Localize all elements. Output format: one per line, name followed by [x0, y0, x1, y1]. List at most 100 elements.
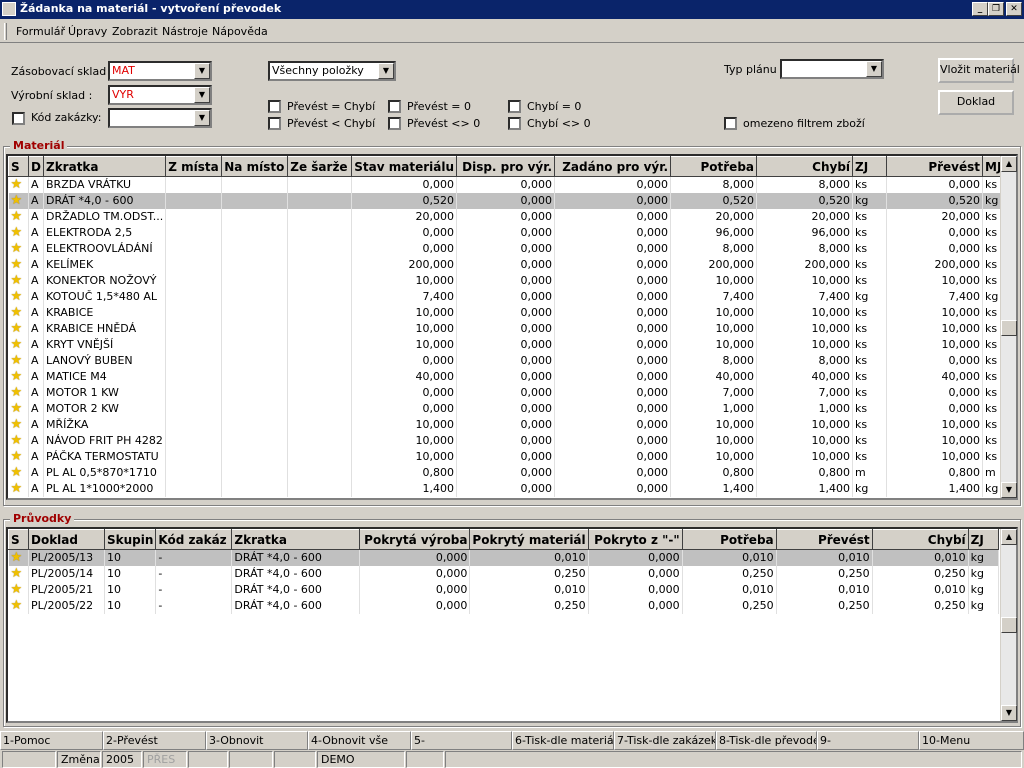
table-row[interactable]: ★ A MŘÍŽKA 10,000 0,000 0,000 10,000 10,000 ks 10…: [8, 416, 1005, 433]
table-row[interactable]: ★ A PL AL 1*1000*2000 1,400 0,000 0,000 1,400 1…: [8, 480, 1005, 497]
prevest-eq-chybi-checkbox[interactable]: [268, 100, 281, 113]
table-row[interactable]: ★ A KRABICE HNĚDÁ 10,000 0,000 0,000 10,000 10,…: [8, 320, 1005, 337]
pruvodky-col-header[interactable]: ZJ: [967, 529, 999, 550]
pruvodky-col-header[interactable]: Kód zakáz: [155, 529, 233, 550]
table-row[interactable]: ★ A LANOVÝ BUBEN 0,000 0,000 0,000 8,000 8,000 k…: [8, 352, 1005, 369]
pruvodky-col-header[interactable]: Chybí: [871, 529, 969, 550]
table-row[interactable]: ★ A PÁČKA TERMOSTATU 10,000 0,000 0,000 10,000…: [8, 448, 1005, 465]
material-col-header[interactable]: Chybí: [756, 156, 854, 177]
pruvodky-grid[interactable]: S Doklad Skupin Kód zakáz Zkratka Pokrytá výr…: [6, 527, 1018, 723]
pruvodky-col-header[interactable]: Doklad: [28, 529, 105, 550]
table-row[interactable]: ★ A MOTOR 1 KW 0,000 0,000 0,000 7,000 7,000 ks 0…: [8, 384, 1005, 401]
table-row[interactable]: ★ A MOTOR 2 KW 0,000 0,000 0,000 1,000 1,000 ks 0…: [8, 400, 1005, 417]
table-row[interactable]: ★ A KELÍMEK 200,000 0,000 0,000 200,000 200,000…: [8, 256, 1005, 273]
omezeno-checkbox[interactable]: [724, 117, 737, 130]
pruvodky-col-header[interactable]: Potřeba: [681, 529, 777, 550]
kod-zakazky-checkbox[interactable]: [12, 112, 25, 125]
scroll-up-icon[interactable]: ▲: [1001, 156, 1017, 172]
material-col-header[interactable]: Ze šarže: [287, 156, 353, 177]
scroll-thumb[interactable]: [1001, 617, 1017, 633]
dropdown-arrow-icon[interactable]: ▼: [378, 63, 394, 79]
menu-formular[interactable]: Formulář: [16, 25, 65, 38]
table-cell: [165, 288, 223, 305]
menu-zobrazit[interactable]: Zobrazit: [112, 25, 158, 38]
fkey-6-tisk-material[interactable]: 6-Tisk-dle materiálu: [512, 731, 614, 750]
fkey-8-tisk-prevodky[interactable]: 8-Tisk-dle převodek: [716, 731, 817, 750]
table-row[interactable]: ★ A ELEKTRODA 2,5 0,000 0,000 0,000 96,000 96,0…: [8, 224, 1005, 241]
dropdown-arrow-icon[interactable]: ▼: [194, 110, 210, 126]
table-row[interactable]: ★ PL/2005/21 10- DRÁT *4,0 - 600 0,000 0,010 0…: [8, 581, 999, 598]
scroll-down-icon[interactable]: ▼: [1001, 705, 1017, 721]
prevest-eq0-checkbox[interactable]: [388, 100, 401, 113]
close-button[interactable]: ✕: [1006, 2, 1022, 16]
fkey-1-pomoc[interactable]: 1-Pomoc: [0, 731, 103, 750]
table-row[interactable]: ★ A ELEKTROOVLÁDÁNÍ 0,000 0,000 0,000 8,000 8,0…: [8, 240, 1005, 257]
menu-napoveda[interactable]: Nápověda: [212, 25, 268, 38]
fkey-3-obnovit[interactable]: 3-Obnovit: [206, 731, 308, 750]
table-row[interactable]: ★ PL/2005/14 10- DRÁT *4,0 - 600 0,000 0,250 0…: [8, 565, 999, 582]
minimize-button[interactable]: _: [972, 2, 988, 16]
pruvodky-col-header[interactable]: Zkratka: [231, 529, 361, 550]
vyrobni-sklad-combo[interactable]: VYR ▼: [108, 85, 212, 105]
material-grid[interactable]: S D Zkratka Z místa Na místo Ze šarže Stav mat…: [6, 154, 1018, 500]
pruvodky-scrollbar[interactable]: ▲ ▼: [1000, 529, 1017, 721]
table-row[interactable]: ★ A KRYT VNĚJŠÍ 10,000 0,000 0,000 10,000 10,00…: [8, 336, 1005, 353]
pruvodky-col-header[interactable]: Pokryto z "-": [587, 529, 683, 550]
polozky-combo[interactable]: Všechny položky ▼: [268, 61, 396, 81]
table-row[interactable]: ★ A DRŽADLO TM.ODST... 20,000 0,000 0,000 20,0…: [8, 208, 1005, 225]
prevest-eq0-label: Převést = 0: [407, 100, 472, 113]
kod-zakazky-combo[interactable]: ▼: [108, 108, 212, 128]
table-row[interactable]: ★ A BRZDA VRÁTKU 0,000 0,000 0,000 8,000 8,000 k…: [8, 176, 1005, 193]
material-col-header[interactable]: Zadáno pro výr.: [554, 156, 672, 177]
table-row[interactable]: ★ A PL AL 0,5*870*1710 0,800 0,000 0,000 0,800…: [8, 464, 1005, 481]
prevest-lt-chybi-checkbox[interactable]: [268, 117, 281, 130]
menu-nastroje[interactable]: Nástroje: [162, 25, 208, 38]
pruvodky-col-header[interactable]: S: [8, 529, 29, 550]
dropdown-arrow-icon[interactable]: ▼: [194, 87, 210, 103]
material-col-header[interactable]: Převést: [886, 156, 984, 177]
zasobovaci-sklad-combo[interactable]: MAT ▼: [108, 61, 212, 81]
table-row[interactable]: ★ A KOTOUČ 1,5*480 AL 7,400 0,000 0,000 7,400 7…: [8, 288, 1005, 305]
typ-planu-combo[interactable]: ▼: [780, 59, 884, 79]
material-col-header[interactable]: Stav materiálu: [351, 156, 458, 177]
fkey-9[interactable]: 9-: [817, 731, 919, 750]
table-row[interactable]: ★ A MATICE M4 40,000 0,000 0,000 40,000 40,000 k…: [8, 368, 1005, 385]
pruvodky-col-header[interactable]: Převést: [775, 529, 873, 550]
material-col-header[interactable]: D: [28, 156, 44, 177]
material-col-header[interactable]: ZJ: [852, 156, 888, 177]
scroll-thumb[interactable]: [1001, 320, 1017, 336]
pruvodky-col-header[interactable]: Pokrytý materiál: [469, 529, 589, 550]
pruvodky-col-header[interactable]: Pokrytá výroba: [359, 529, 471, 550]
table-row[interactable]: ★ PL/2005/13 10- DRÁT *4,0 - 600 0,000 0,010 0…: [8, 549, 999, 566]
chybi-ne0-checkbox[interactable]: [508, 117, 521, 130]
vlozit-material-button[interactable]: Vložit materiál: [938, 58, 1020, 83]
doklad-button[interactable]: Doklad: [938, 90, 1014, 115]
prevest-ne0-checkbox[interactable]: [388, 117, 401, 130]
fkey-5[interactable]: 5-: [411, 731, 512, 750]
menu-upravy[interactable]: Úpravy: [68, 25, 107, 38]
table-row[interactable]: ★ A KONEKTOR NOŽOVÝ 10,000 0,000 0,000 10,000 1…: [8, 272, 1005, 289]
dropdown-arrow-icon[interactable]: ▼: [194, 63, 210, 79]
table-row[interactable]: ★ A KRABICE 10,000 0,000 0,000 10,000 10,000 ks 1…: [8, 304, 1005, 321]
pruvodky-col-header[interactable]: Skupin: [103, 529, 157, 550]
material-col-header[interactable]: Z místa: [165, 156, 223, 177]
material-col-header[interactable]: Na místo: [221, 156, 289, 177]
table-cell: 0,000: [456, 464, 556, 481]
scroll-up-icon[interactable]: ▲: [1001, 529, 1017, 545]
material-col-header[interactable]: Disp. pro výr.: [456, 156, 556, 177]
fkey-10-menu[interactable]: 10-Menu: [919, 731, 1024, 750]
restore-button[interactable]: ❐: [988, 2, 1004, 16]
fkey-4-obnovit-vse[interactable]: 4-Obnovit vše: [308, 731, 411, 750]
scroll-down-icon[interactable]: ▼: [1001, 482, 1017, 498]
dropdown-arrow-icon[interactable]: ▼: [866, 61, 882, 77]
material-col-header[interactable]: Zkratka: [42, 156, 167, 177]
chybi-eq0-checkbox[interactable]: [508, 100, 521, 113]
material-col-header[interactable]: Potřeba: [670, 156, 758, 177]
table-row[interactable]: ★ A NÁVOD FRIT PH 4282 10,000 0,000 0,000 10,0…: [8, 432, 1005, 449]
table-row[interactable]: ★ A DRÁT *4,0 - 600 0,520 0,000 0,000 0,520 0,5…: [8, 192, 1005, 209]
material-scrollbar[interactable]: ▲ ▼: [1000, 156, 1017, 498]
fkey-7-tisk-zakazky[interactable]: 7-Tisk-dle zakázek: [614, 731, 716, 750]
table-row[interactable]: ★ PL/2005/22 10- DRÁT *4,0 - 600 0,000 0,250 0…: [8, 597, 999, 614]
material-col-header[interactable]: S: [8, 156, 29, 177]
fkey-2-prevest[interactable]: 2-Převést: [103, 731, 206, 750]
